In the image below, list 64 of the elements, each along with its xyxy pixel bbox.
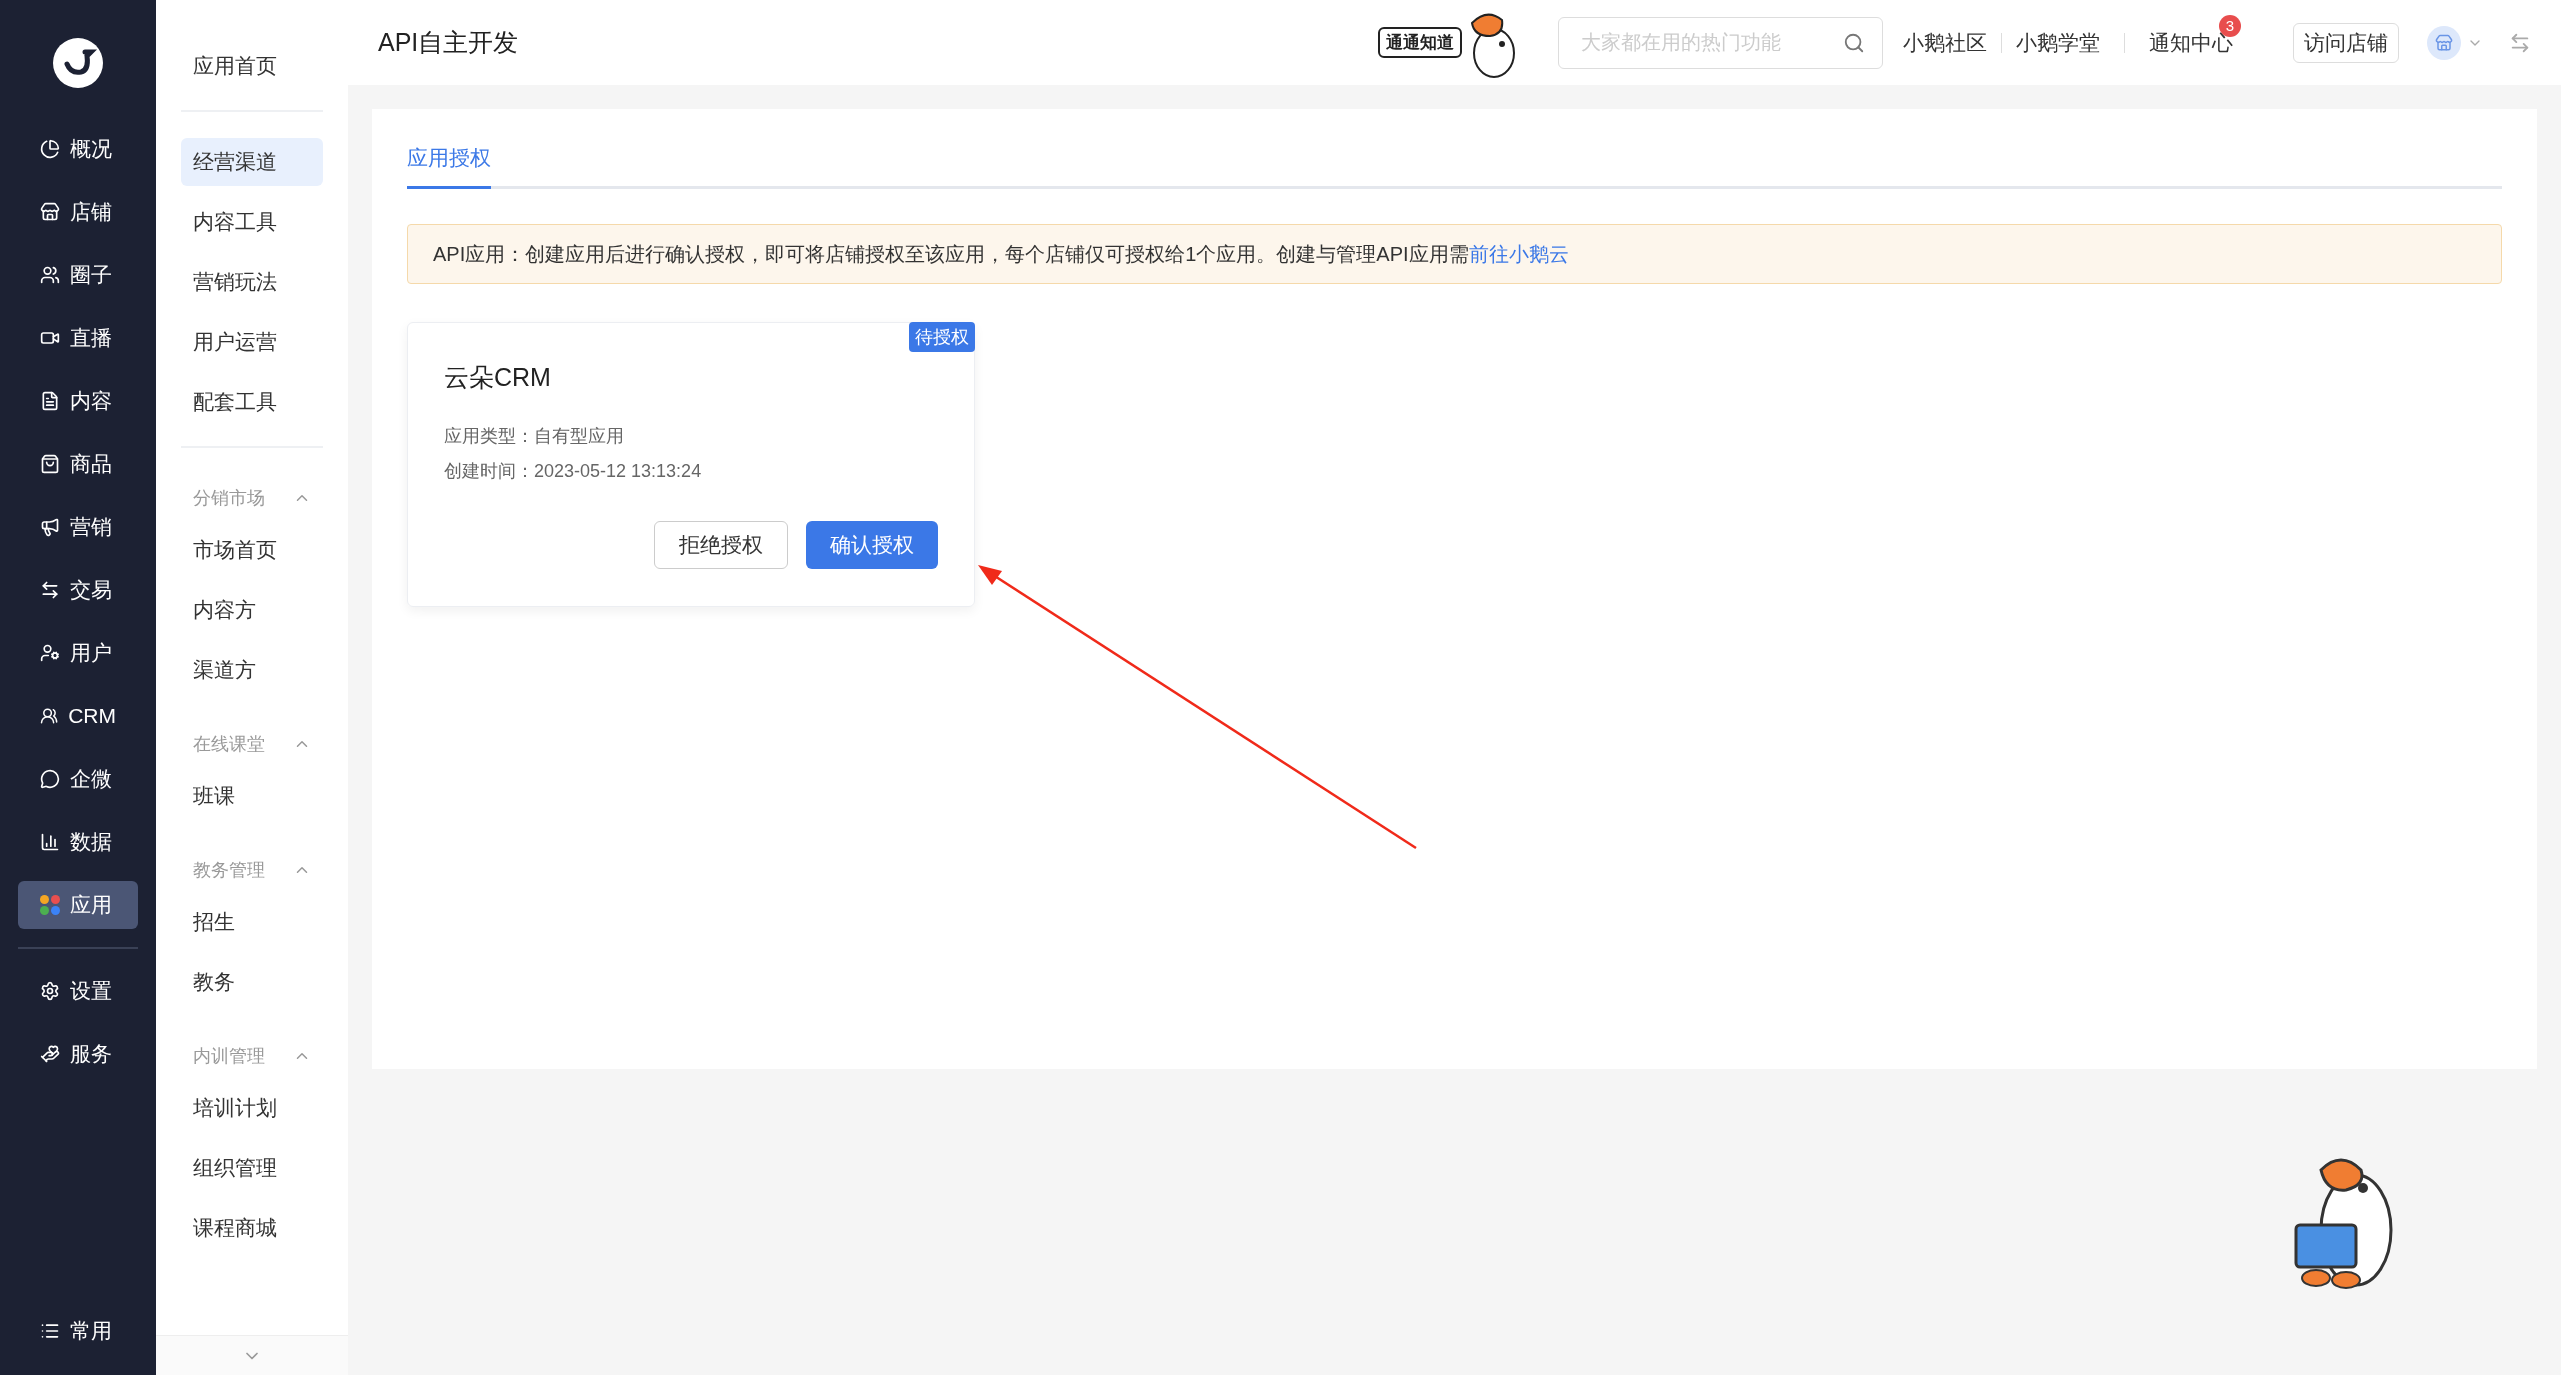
app-info-text: 应用类型：自有型应用 — [444, 424, 625, 448]
app-name: 云朵CRM — [444, 362, 552, 393]
nav-icon — [40, 643, 60, 663]
nav-item[interactable]: 应用 — [18, 881, 138, 929]
nav-item[interactable]: 概况 — [18, 125, 138, 173]
nav-item[interactable]: 商品 — [18, 440, 138, 488]
nav-item[interactable]: 营销 — [18, 503, 138, 551]
menu-item[interactable]: 营销玩法 — [181, 258, 323, 306]
nav-item[interactable]: 设置 — [18, 967, 138, 1015]
nav-item[interactable]: 用户 — [18, 629, 138, 677]
nav-icon — [40, 454, 60, 474]
menu-item[interactable]: 组织管理 — [181, 1144, 323, 1192]
menu-item[interactable]: 用户运营 — [181, 318, 323, 366]
nav-icon — [40, 517, 60, 537]
menu-item[interactable]: 渠道方 — [181, 646, 323, 694]
nav-item[interactable]: 交易 — [18, 566, 138, 614]
menu-item[interactable]: 教务 — [181, 958, 323, 1006]
nav-icon — [40, 706, 59, 726]
menu-item[interactable]: 应用首页 — [181, 42, 323, 90]
frequent-menu-button[interactable]: 常用 — [18, 1307, 138, 1355]
nav-icon — [40, 1044, 60, 1064]
menu-item[interactable]: 内容方 — [181, 586, 323, 634]
list-icon — [40, 1321, 60, 1341]
header-link[interactable]: 小鹅社区 — [1903, 26, 1987, 59]
menu-item[interactable]: 招生 — [181, 898, 323, 946]
goose-logo-icon — [53, 37, 103, 88]
nav-icon — [40, 265, 60, 285]
status-badge: 待授权 — [909, 322, 975, 352]
nav-icon — [40, 832, 60, 852]
nav-item[interactable]: 企微 — [18, 755, 138, 803]
alert-text: API应用：创建应用后进行确认授权，即可将店铺授权至该应用，每个店铺仅可授权给1个应用。创建与管理API应用需前往小鹅云 — [433, 242, 1569, 267]
visit-store-button[interactable]: 访问店铺 — [2293, 22, 2399, 63]
nav-item[interactable]: 内容 — [18, 377, 138, 425]
tab[interactable]: 应用授权 — [407, 129, 491, 189]
menu-item[interactable]: 培训计划 — [181, 1084, 323, 1132]
page-title: API自主开发 — [378, 26, 519, 58]
header-link[interactable]: 小鹅学堂 — [2016, 26, 2100, 59]
menu-item[interactable]: 内容工具 — [181, 198, 323, 246]
nav-icon — [40, 139, 60, 159]
nav-item[interactable]: 服务 — [18, 1030, 138, 1078]
nav-icon — [40, 391, 60, 411]
menu-item[interactable]: 市场首页 — [181, 526, 323, 574]
nav-icon — [40, 202, 60, 222]
menu-item[interactable]: 课程商城 — [181, 1204, 323, 1252]
nav-icon — [40, 580, 60, 600]
menu-item[interactable]: 配套工具 — [181, 378, 323, 426]
nav-item[interactable]: 直播 — [18, 314, 138, 362]
nav-item[interactable]: 店铺 — [18, 188, 138, 236]
menu-item[interactable]: 班课 — [181, 772, 323, 820]
nav-item[interactable]: 圈子 — [18, 251, 138, 299]
app-info-text: 创建时间：2023-05-12 13:13:24 — [444, 459, 703, 483]
colorful-grid-icon — [40, 895, 60, 915]
mascot-label[interactable]: 通通知道 — [1378, 26, 1462, 59]
alert-link[interactable]: 前往小鹅云 — [1468, 243, 1569, 265]
menu-item[interactable]: 经营渠道 — [181, 138, 323, 186]
switch-icon[interactable] — [2509, 31, 2531, 54]
nav-icon — [40, 981, 60, 1001]
reject-button[interactable]: 拒绝授权 — [654, 520, 788, 569]
nav-icon — [40, 769, 60, 789]
confirm-button[interactable]: 确认授权 — [806, 520, 938, 569]
nav-item[interactable]: CRM — [18, 692, 138, 740]
nav-item[interactable]: 数据 — [18, 818, 138, 866]
store-avatar-icon[interactable] — [2427, 25, 2461, 60]
search-icon[interactable] — [1843, 31, 1865, 54]
